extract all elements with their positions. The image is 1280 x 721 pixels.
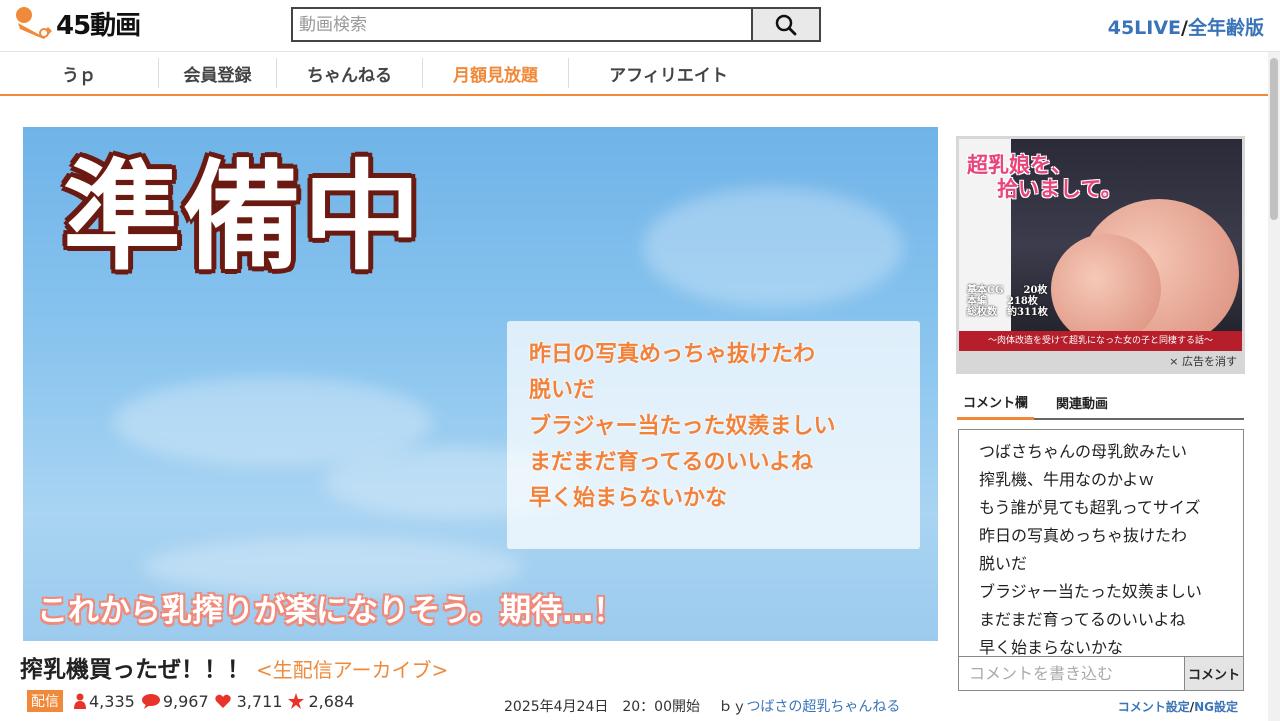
all-ages-link[interactable]: 全年齢版 (1188, 17, 1264, 39)
overlay-comment: 脱いだ (529, 378, 596, 403)
heart-icon (214, 694, 231, 708)
tab-comments[interactable]: コメント欄 (957, 392, 1035, 420)
comment-settings: コメント設定/NG設定 (1118, 698, 1238, 715)
overlay-comment: 昨日の写真めっちゃ抜けたわ (529, 342, 816, 367)
comment-settings-link[interactable]: コメント設定 (1118, 700, 1190, 714)
header-separator: / (1181, 17, 1188, 39)
player-comment-overlay: 昨日の写真めっちゃ抜けたわ 脱いだ ブラジャー当たった奴羨ましい まだまだ育って… (507, 321, 920, 549)
comment-form: コメント (958, 656, 1244, 691)
overlay-comment: まだまだ育ってるのいいよね (529, 450, 814, 475)
channel-link[interactable]: つばさの超乳ちゃんねる (746, 699, 900, 715)
video-title-text: 搾乳機買ったぜ！！！ (20, 657, 250, 683)
video-player[interactable]: 準備中 昨日の写真めっちゃ抜けたわ 脱いだ ブラジャー当たった奴羨ましい まだま… (23, 127, 938, 641)
ad-title: 超乳娘を、 拾いまして。 (967, 153, 1122, 201)
list-item: まだまだ育ってるのいいよね (979, 610, 1186, 629)
list-item: もう誰が見ても超乳ってサイズ (979, 498, 1201, 517)
nav-item-upload[interactable]: うｐ (0, 58, 158, 88)
ad-spec-line: 基本CG 20枚 (967, 285, 1048, 296)
nav-item-subscription[interactable]: 月額見放題 (422, 58, 568, 88)
broadcast-date: 2025年4月24日 20：00開始 (504, 699, 700, 715)
ad-image[interactable]: 超乳娘を、 拾いまして。 基本CG 20枚 本編 218枚 総枚数 約311枚 … (959, 139, 1242, 351)
ad-spec-line: 本編 218枚 (967, 296, 1038, 307)
star-icon (288, 693, 305, 709)
comment-bubble-icon (141, 694, 160, 709)
favorites-count: 2,684 (308, 691, 355, 711)
ad-title-line: 拾いまして。 (997, 176, 1122, 201)
comments-count: 9,967 (162, 691, 209, 711)
comment-submit-button[interactable]: コメント (1185, 656, 1244, 691)
favorites-stat[interactable]: 2,684 (288, 692, 354, 711)
list-item: ブラジャー当たった奴羨ましい (979, 582, 1202, 601)
list-item: 搾乳機、牛用なのかよｗ (979, 470, 1155, 489)
search-icon (775, 14, 797, 35)
logo-text: 45動画 (56, 10, 141, 41)
video-stats: 配信 4,335 9,967 3,711 2,684 (27, 690, 360, 712)
player-caption: これから乳搾りが楽になりそう。期待…！ (37, 593, 625, 629)
list-item: つばさちゃんの母乳飲みたい (979, 442, 1188, 461)
sidebar-tabs: コメント欄 関連動画 (957, 390, 1244, 420)
likes-count: 3,711 (236, 691, 283, 711)
cloud-decoration (643, 187, 903, 307)
archive-link[interactable]: <生配信アーカイブ> (256, 658, 448, 682)
comment-list[interactable]: つばさちゃんの母乳飲みたい 搾乳機、牛用なのかよｗ もう誰が見ても超乳ってサイズ… (958, 429, 1244, 657)
video-meta: 2025年4月24日 20：00開始 ｂｙつばさの超乳ちゃんねる (504, 696, 900, 716)
ad-banner: 〜肉体改造を受けて超乳になった女の子と同棲する話〜 (959, 331, 1242, 351)
search-input[interactable] (291, 7, 751, 42)
sidebar-ad[interactable]: 超乳娘を、 拾いまして。 基本CG 20枚 本編 218枚 総枚数 約311枚 … (956, 136, 1245, 374)
ad-title-line: 超乳娘を、 (967, 152, 1072, 177)
preparing-title: 準備中 (63, 147, 424, 286)
live-badge: 配信 (27, 690, 63, 712)
views-count: 4,335 (89, 691, 135, 711)
likes-stat[interactable]: 3,711 (214, 691, 283, 711)
by-label: ｂｙ (718, 699, 747, 715)
page-scrollbar[interactable] (1268, 52, 1280, 721)
ad-illustration (1051, 234, 1161, 344)
list-item: 昨日の写真めっちゃ抜けたわ (979, 526, 1188, 545)
ad-specs: 基本CG 20枚 本編 218枚 総枚数 約311枚 (967, 285, 1048, 318)
scrollbar-thumb[interactable] (1270, 58, 1278, 220)
overlay-comment: ブラジャー当たった奴羨ましい (529, 414, 836, 439)
views-stat: 4,335 (73, 692, 135, 711)
viewer-icon (74, 693, 86, 709)
main-nav: うｐ 会員登録 ちゃんねる 月額見放題 アフィリエイト (0, 51, 1280, 96)
nav-item-register[interactable]: 会員登録 (158, 58, 276, 88)
list-item: 脱いだ (979, 554, 1028, 573)
nav-item-affiliate[interactable]: アフィリエイト (568, 58, 768, 88)
comments-stat: 9,967 (141, 692, 209, 711)
comment-input[interactable] (958, 656, 1185, 691)
video-title: 搾乳機買ったぜ！！！ <生配信アーカイブ> (20, 650, 448, 684)
search-bar (291, 7, 821, 42)
overlay-comment: 早く始まらないかな (529, 486, 728, 511)
ng-settings-link[interactable]: NG設定 (1194, 700, 1238, 714)
site-logo[interactable]: 45動画 (14, 4, 174, 42)
nav-item-channels[interactable]: ちゃんねる (276, 58, 422, 88)
ad-spec-line: 総枚数 約311枚 (967, 307, 1048, 318)
live-link[interactable]: 45LIVE (1108, 17, 1181, 39)
search-button[interactable] (751, 7, 821, 42)
header-links: 45LIVE/全年齢版 (1108, 13, 1264, 40)
ad-close-button[interactable]: × 広告を消す (1169, 353, 1237, 369)
logo-mark-icon (14, 5, 54, 41)
tab-related[interactable]: 関連動画 (1050, 393, 1114, 418)
list-item: 早く始まらないかな (979, 638, 1124, 657)
